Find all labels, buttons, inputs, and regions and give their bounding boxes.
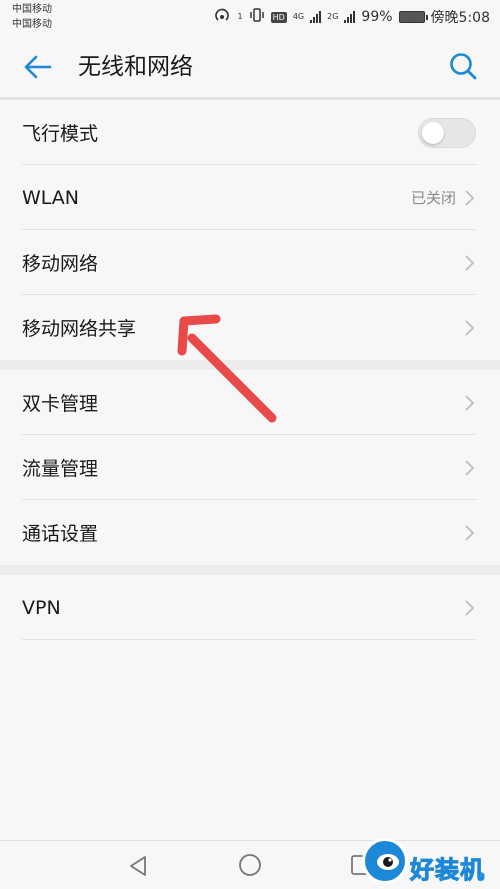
network-4g: 4G bbox=[292, 12, 305, 21]
circle-home-icon[interactable] bbox=[238, 853, 262, 877]
watermark-text: 好装机 bbox=[410, 856, 485, 885]
page-title: 无线和网络 bbox=[78, 54, 193, 80]
hd-badge: HD bbox=[270, 11, 287, 23]
app-header: 无线和网络 bbox=[0, 36, 500, 98]
signal-icon-2 bbox=[344, 11, 356, 23]
chevron-right-icon bbox=[465, 394, 475, 411]
call-settings-row[interactable]: 通话设置 bbox=[0, 500, 500, 565]
toggle-knob bbox=[422, 121, 444, 144]
triangle-back-icon[interactable] bbox=[127, 855, 149, 877]
data-usage-row[interactable]: 流量管理 bbox=[0, 435, 500, 500]
clock: 傍晚5:08 bbox=[430, 10, 490, 26]
status-icons: 1 HD 4G 2G 99% 傍晚5:08 bbox=[214, 6, 490, 28]
chevron-right-icon bbox=[465, 599, 475, 616]
row-label: 通话设置 bbox=[22, 523, 99, 545]
watermark-logo: 好装机 bbox=[362, 838, 500, 889]
sim1-tag: 1 bbox=[237, 12, 243, 21]
row-label: VPN bbox=[22, 596, 61, 619]
signal-icon-1 bbox=[310, 11, 322, 23]
vibrate-icon bbox=[249, 7, 265, 27]
airplane-mode-row[interactable]: 飞行模式 bbox=[0, 100, 500, 165]
vpn-row[interactable]: VPN bbox=[0, 575, 500, 640]
battery-icon bbox=[398, 11, 428, 23]
carrier-2: 中国移动 bbox=[12, 19, 52, 30]
annotation-arrow-icon bbox=[177, 314, 277, 423]
carrier-1: 中国移动 bbox=[12, 4, 52, 15]
row-label: WLAN bbox=[22, 186, 80, 209]
airplane-mode-toggle[interactable] bbox=[418, 117, 476, 148]
watermark-badge bbox=[362, 838, 408, 884]
battery-percent: 99% bbox=[361, 9, 393, 25]
chevron-right-icon bbox=[465, 524, 475, 541]
section-gap bbox=[0, 565, 500, 575]
chevron-right-icon bbox=[465, 319, 475, 336]
chevron-right-icon bbox=[465, 189, 475, 206]
chevron-right-icon bbox=[465, 459, 475, 476]
network-2g: 2G bbox=[327, 12, 339, 21]
wlan-row[interactable]: WLAN 已关闭 bbox=[0, 165, 500, 230]
search-icon[interactable] bbox=[448, 51, 478, 81]
settings-section-3: VPN bbox=[0, 575, 500, 640]
row-label: 移动网络 bbox=[22, 253, 99, 275]
chevron-right-icon bbox=[465, 254, 475, 271]
carrier-names: 中国移动 中国移动 bbox=[12, 2, 52, 32]
wlan-status: 已关闭 bbox=[410, 189, 456, 207]
row-label: 流量管理 bbox=[22, 458, 99, 480]
mobile-network-row[interactable]: 移动网络 bbox=[0, 230, 500, 295]
hotspot-icon bbox=[214, 7, 232, 27]
arrow-left-icon[interactable] bbox=[20, 52, 54, 82]
eye-icon bbox=[377, 854, 399, 870]
status-bar: 中国移动 中国移动 1 HD 4G 2G 99% 傍晚5:08 bbox=[0, 0, 500, 36]
row-label: 飞行模式 bbox=[22, 123, 99, 145]
